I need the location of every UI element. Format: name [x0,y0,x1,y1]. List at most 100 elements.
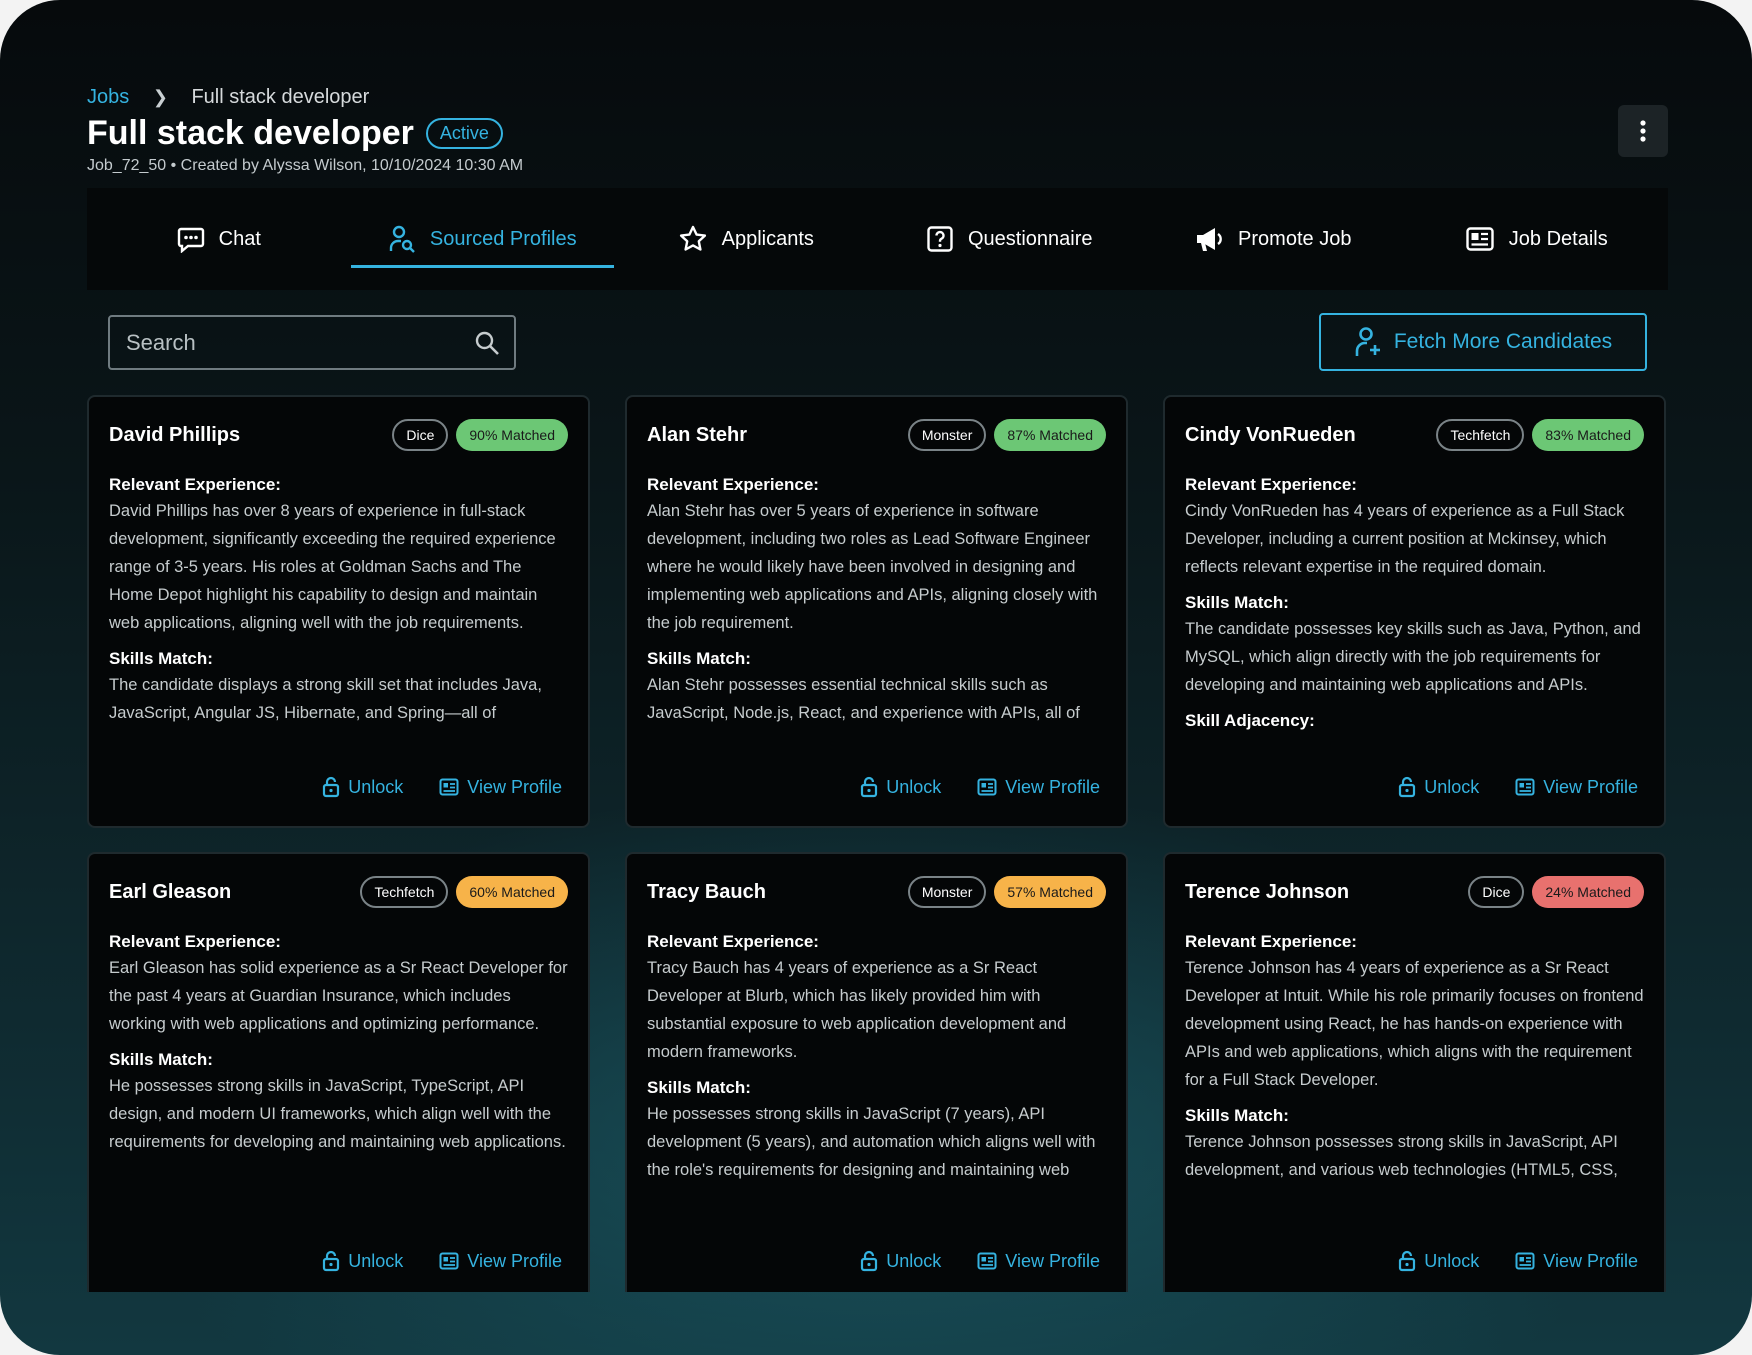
section-title: Skills Match: [647,649,751,668]
unlock-icon [323,776,340,798]
card-actions: Unlock View Profile [860,776,1100,798]
candidate-card: David Phillips Dice 90% Matched Relevant… [87,395,590,828]
section-text: He possesses strong skills in JavaScript… [647,1105,1096,1190]
view-profile-label: View Profile [467,776,562,797]
unlock-label: Unlock [1424,776,1480,797]
question-icon [927,226,953,252]
view-profile-label: View Profile [467,1250,562,1271]
section-text: Terence Johnson possesses strong skills … [1185,1133,1618,1190]
section-title: Skills Match: [1185,1106,1289,1125]
profile-card-icon [977,778,997,796]
id-card-icon [1466,227,1494,251]
view-profile-label: View Profile [1005,1250,1100,1271]
user-search-icon [389,225,415,253]
section-text: Alan Stehr possesses essential technical… [647,676,1080,733]
tab-label: Chat [218,227,261,250]
chevron-right-icon: ❯ [152,87,168,107]
tab-chat[interactable]: Chat [87,188,351,290]
breadcrumb-current: Full stack developer [191,86,370,108]
card-header: David Phillips Dice 90% Matched [109,397,568,473]
profile-card-icon [1515,1252,1535,1270]
view-profile-button[interactable]: View Profile [439,776,562,798]
search-input[interactable] [124,328,474,357]
view-profile-label: View Profile [1543,1250,1638,1271]
tab-promote-job[interactable]: Promote Job [1141,188,1405,290]
breadcrumb-jobs-link[interactable]: Jobs [87,86,129,108]
tab-job-details[interactable]: Job Details [1405,188,1669,290]
section-title: Relevant Experience: [1185,475,1357,494]
match-badge: 83% Matched [1532,419,1644,451]
candidate-name: Alan Stehr [647,423,748,446]
card-body: Relevant Experience: Earl Gleason has sol… [109,930,568,1190]
candidate-card: Cindy VonRueden Techfetch 83% Matched Re… [1163,395,1666,828]
match-badge: 57% Matched [994,876,1106,908]
section-text: Cindy VonRueden has 4 years of experienc… [1185,502,1625,576]
unlock-label: Unlock [886,776,942,797]
unlock-label: Unlock [348,1250,404,1271]
profile-card-icon [1515,778,1535,796]
section-text: Tracy Bauch has 4 years of experience as… [647,959,1067,1061]
profile-card-icon [977,1252,997,1270]
search-icon[interactable] [474,330,500,356]
tab-label: Applicants [721,227,814,250]
section-title: Skills Match: [647,1078,751,1097]
candidate-card: Terence Johnson Dice 24% Matched Relevan… [1163,852,1666,1292]
card-header: Earl Gleason Techfetch 60% Matched [109,854,568,930]
tab-label: Questionnaire [967,227,1093,250]
unlock-button[interactable]: Unlock [1398,1250,1479,1272]
source-badge: Dice [392,419,449,451]
card-header: Cindy VonRueden Techfetch 83% Matched [1185,397,1644,473]
unlock-button[interactable]: Unlock [860,776,941,798]
candidate-card: Earl Gleason Techfetch 60% Matched Relev… [87,852,590,1292]
section-text: David Phillips has over 8 years of exper… [109,502,556,632]
unlock-button[interactable]: Unlock [322,776,403,798]
tab-applicants[interactable]: Applicants [614,188,878,290]
candidate-name: Cindy VonRueden [1185,423,1356,446]
section-title: Skills Match: [109,649,213,668]
search-box [108,315,516,370]
tab-bar: Chat Sourced Profiles Applicants Questio… [87,188,1668,290]
status-badge: Active [425,118,503,149]
card-actions: Unlock View Profile [1398,1250,1638,1272]
card-header: Tracy Bauch Monster 57% Matched [647,854,1106,930]
card-body: Relevant Experience: David Phillips has o… [109,473,568,733]
unlock-icon [323,1250,340,1272]
fetch-more-candidates-button[interactable]: Fetch More Candidates [1319,313,1647,371]
tab-label: Job Details [1508,227,1608,250]
tab-questionnaire[interactable]: Questionnaire [878,188,1142,290]
profile-card-icon [439,778,459,796]
more-options-button[interactable] [1618,105,1668,157]
source-badge: Techfetch [1436,419,1525,451]
candidate-grid: David Phillips Dice 90% Matched Relevant… [87,395,1668,1292]
match-badge: 24% Matched [1532,876,1644,908]
view-profile-button[interactable]: View Profile [1515,1250,1638,1272]
section-title: Relevant Experience: [647,932,819,951]
card-body: Relevant Experience: Terence Johnson has … [1185,930,1644,1190]
tab-sourced-profiles[interactable]: Sourced Profiles [350,188,615,290]
section-text: Earl Gleason has solid experience as a S… [109,959,568,1033]
view-profile-label: View Profile [1005,776,1100,797]
section-title: Relevant Experience: [109,932,281,951]
section-text: Alan Stehr has over 5 years of experienc… [647,502,1098,632]
app-frame: Jobs ❯ Full stack developer Full stack d… [0,0,1752,1355]
star-icon [679,225,706,251]
candidate-name: Tracy Bauch [647,880,766,903]
card-body: Relevant Experience: Tracy Bauch has 4 ye… [647,930,1106,1190]
section-title: Skills Match: [109,1050,213,1069]
view-profile-button[interactable]: View Profile [977,776,1100,798]
section-text: Terence Johnson has 4 years of experienc… [1185,959,1644,1089]
card-header: Terence Johnson Dice 24% Matched [1185,854,1644,930]
view-profile-button[interactable]: View Profile [439,1250,562,1272]
kebab-icon [1640,120,1646,142]
view-profile-button[interactable]: View Profile [977,1250,1100,1272]
view-profile-button[interactable]: View Profile [1515,776,1638,798]
breadcrumb: Jobs ❯ Full stack developer [87,86,369,109]
unlock-button[interactable]: Unlock [860,1250,941,1272]
section-title: Relevant Experience: [647,475,819,494]
unlock-button[interactable]: Unlock [1398,776,1479,798]
profile-card-icon [439,1252,459,1270]
section-text: He possesses strong skills in JavaScript… [109,1077,566,1151]
unlock-icon [1399,1250,1416,1272]
candidate-card: Alan Stehr Monster 87% Matched Relevant … [625,395,1128,828]
unlock-button[interactable]: Unlock [322,1250,403,1272]
